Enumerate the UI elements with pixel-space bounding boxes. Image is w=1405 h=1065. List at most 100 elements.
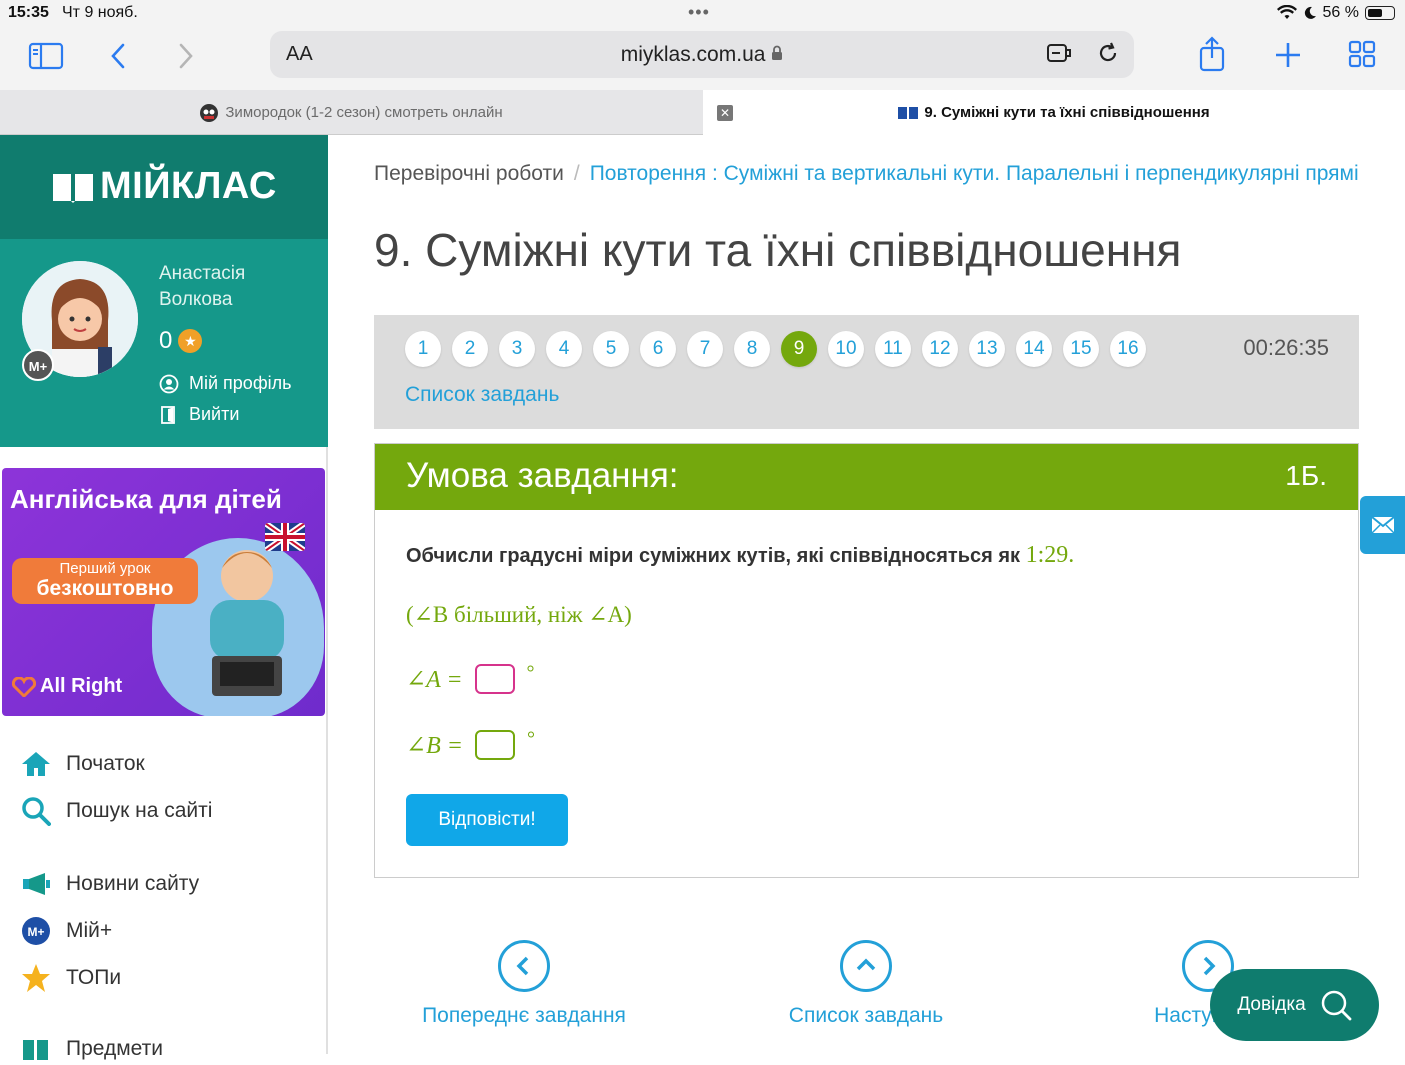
angle-b-equation: ∠B = ° <box>406 727 535 760</box>
url-text[interactable]: miyklas.com.ua <box>270 43 1134 67</box>
task-card: Умова завдання: 1Б. Обчисли градусні мір… <box>374 443 1359 878</box>
heart-icon <box>12 676 36 697</box>
my-profile-link[interactable]: Мій профіль <box>159 373 292 394</box>
moon-icon <box>1304 6 1316 19</box>
main-content: Перевірочні роботи / Повторення : Суміжні … <box>330 135 1405 1054</box>
task-number-16[interactable]: 16 <box>1110 331 1146 367</box>
nav-news[interactable]: Новини сайту <box>20 868 199 900</box>
task-card-header: Умова завдання: 1Б. <box>375 444 1358 510</box>
ad-banner[interactable]: Англійська для дітей Перший урок безкошт… <box>2 468 325 716</box>
chevron-up-icon <box>840 940 892 992</box>
chevron-left-icon <box>498 940 550 992</box>
nav-search[interactable]: Пошук на сайті <box>20 795 212 827</box>
help-search-icon <box>1321 990 1352 1021</box>
more-dots-icon[interactable]: ••• <box>688 2 710 23</box>
page-title: 9. Суміжні кути та їхні співвідношення <box>374 224 1182 276</box>
user-points: 0 ★ <box>159 327 203 355</box>
tab-favicon-icon <box>200 103 219 122</box>
tab-overview-icon[interactable] <box>1348 40 1376 68</box>
status-right: 56 % <box>1276 4 1395 22</box>
task-number-13[interactable]: 13 <box>969 331 1005 367</box>
task-navigation-bar: 1 2 3 4 5 6 7 8 9 10 11 12 13 14 15 16 00:26:35 Список … <box>374 315 1359 429</box>
breadcrumb-separator: / <box>573 162 580 185</box>
angle-a-input[interactable] <box>474 664 515 694</box>
nav-tops[interactable]: ТОПи <box>20 962 121 994</box>
logo-box: МІЙКЛАС <box>0 135 328 239</box>
mail-icon <box>1370 516 1395 534</box>
book-logo-icon <box>53 173 93 203</box>
tab-title: Зимородок (1-2 сезон) смотреть онлайн <box>225 104 503 121</box>
task-number-4[interactable]: 4 <box>546 331 582 367</box>
task-number-10[interactable]: 10 <box>828 331 864 367</box>
new-tab-plus-icon[interactable] <box>1274 41 1302 69</box>
nav-myplus[interactable]: M+ Мій+ <box>20 915 112 947</box>
star-badge-icon: ★ <box>178 329 203 353</box>
bottom-task-list-link[interactable]: Список завдань <box>776 940 956 1028</box>
sidebar: МІЙКЛАС M+ Анастасія Волкова 0 ★ Мій про… <box>0 135 328 1060</box>
prev-task-link[interactable]: Попереднє завдання <box>418 940 630 1028</box>
star-icon <box>22 964 50 992</box>
task-number-14[interactable]: 14 <box>1016 331 1052 367</box>
logout-link[interactable]: Вийти <box>159 404 239 425</box>
breadcrumb-current[interactable]: Повторення : Суміжні та вертикальні кути… <box>590 162 1359 185</box>
status-bar: 15:35 Чт 9 нояб. ••• 56 % <box>0 0 1405 26</box>
feedback-mail-button[interactable] <box>1360 496 1405 554</box>
help-button[interactable]: Довідка <box>1210 969 1379 1041</box>
back-icon[interactable] <box>108 42 128 70</box>
task-question: Обчисли градусні міри суміжних кутів, як… <box>406 542 1075 568</box>
tab-current[interactable]: ✕ 9. Суміжні кути та їхні співвідношення <box>703 90 1405 135</box>
wifi-icon <box>1276 5 1297 19</box>
task-number-6[interactable]: 6 <box>640 331 676 367</box>
megaphone-icon <box>23 873 50 895</box>
nav-home[interactable]: Початок <box>20 748 145 780</box>
logout-door-icon <box>161 405 175 424</box>
user-name: Анастасія Волкова <box>159 263 246 310</box>
home-icon <box>22 752 50 776</box>
breadcrumb: Перевірочні роботи / Повторення : Суміжні … <box>374 161 1374 187</box>
share-icon[interactable] <box>1198 36 1226 72</box>
angle-b-input[interactable] <box>474 730 515 760</box>
task-list-link[interactable]: Список завдань <box>405 383 559 407</box>
task-condition-title: Умова завдання: <box>406 456 679 495</box>
site-logo[interactable]: МІЙКЛАС <box>52 165 277 208</box>
ad-brand: All Right <box>12 675 122 698</box>
task-number-1[interactable]: 1 <box>405 331 441 367</box>
task-number-12[interactable]: 12 <box>922 331 958 367</box>
task-number-7[interactable]: 7 <box>687 331 723 367</box>
nav-subjects[interactable]: Предмети <box>20 1033 163 1065</box>
task-number-3[interactable]: 3 <box>499 331 535 367</box>
angle-a-equation: ∠A = ° <box>406 661 535 694</box>
extension-icon[interactable] <box>1046 41 1072 65</box>
lock-icon <box>772 45 783 60</box>
task-number-5[interactable]: 5 <box>593 331 629 367</box>
ad-free-lesson-pill[interactable]: Перший урок безкоштовно <box>12 558 198 604</box>
uk-flag-icon <box>265 523 305 551</box>
mplus-icon: M+ <box>22 917 50 945</box>
profile-panel: M+ Анастасія Волкова 0 ★ Мій профіль Вий… <box>0 239 328 447</box>
battery-icon <box>1365 6 1395 20</box>
task-ratio: 1:29. <box>1025 542 1075 568</box>
tab-close-icon[interactable]: ✕ <box>717 105 733 121</box>
browser-tabs: Зимородок (1-2 сезон) смотреть онлайн ✕ … <box>0 90 1405 135</box>
mplus-badge: M+ <box>22 349 54 381</box>
task-number-9[interactable]: 9 <box>781 331 817 367</box>
submit-answer-button[interactable]: Відповісти! <box>406 794 568 846</box>
task-number-8[interactable]: 8 <box>734 331 770 367</box>
task-points: 1Б. <box>1285 460 1327 491</box>
search-icon <box>22 797 51 826</box>
status-time: 15:35 <box>8 4 49 21</box>
ad-kid-image <box>210 550 284 696</box>
battery-percent: 56 % <box>1322 4 1359 21</box>
tab-zimorodok[interactable]: Зимородок (1-2 сезон) смотреть онлайн <box>0 90 702 135</box>
sidebar-toggle-icon[interactable] <box>28 42 64 70</box>
address-bar[interactable]: AA miyklas.com.ua <box>270 31 1134 78</box>
breadcrumb-root[interactable]: Перевірочні роботи <box>374 162 564 185</box>
user-circle-icon <box>159 374 179 393</box>
browser-toolbar: AA miyklas.com.ua <box>0 26 1405 90</box>
status-date: Чт 9 нояб. <box>62 4 138 21</box>
task-number-11[interactable]: 11 <box>875 331 911 367</box>
reload-icon[interactable] <box>1096 41 1120 65</box>
task-number-15[interactable]: 15 <box>1063 331 1099 367</box>
task-number-2[interactable]: 2 <box>452 331 488 367</box>
forward-icon[interactable] <box>176 42 196 70</box>
